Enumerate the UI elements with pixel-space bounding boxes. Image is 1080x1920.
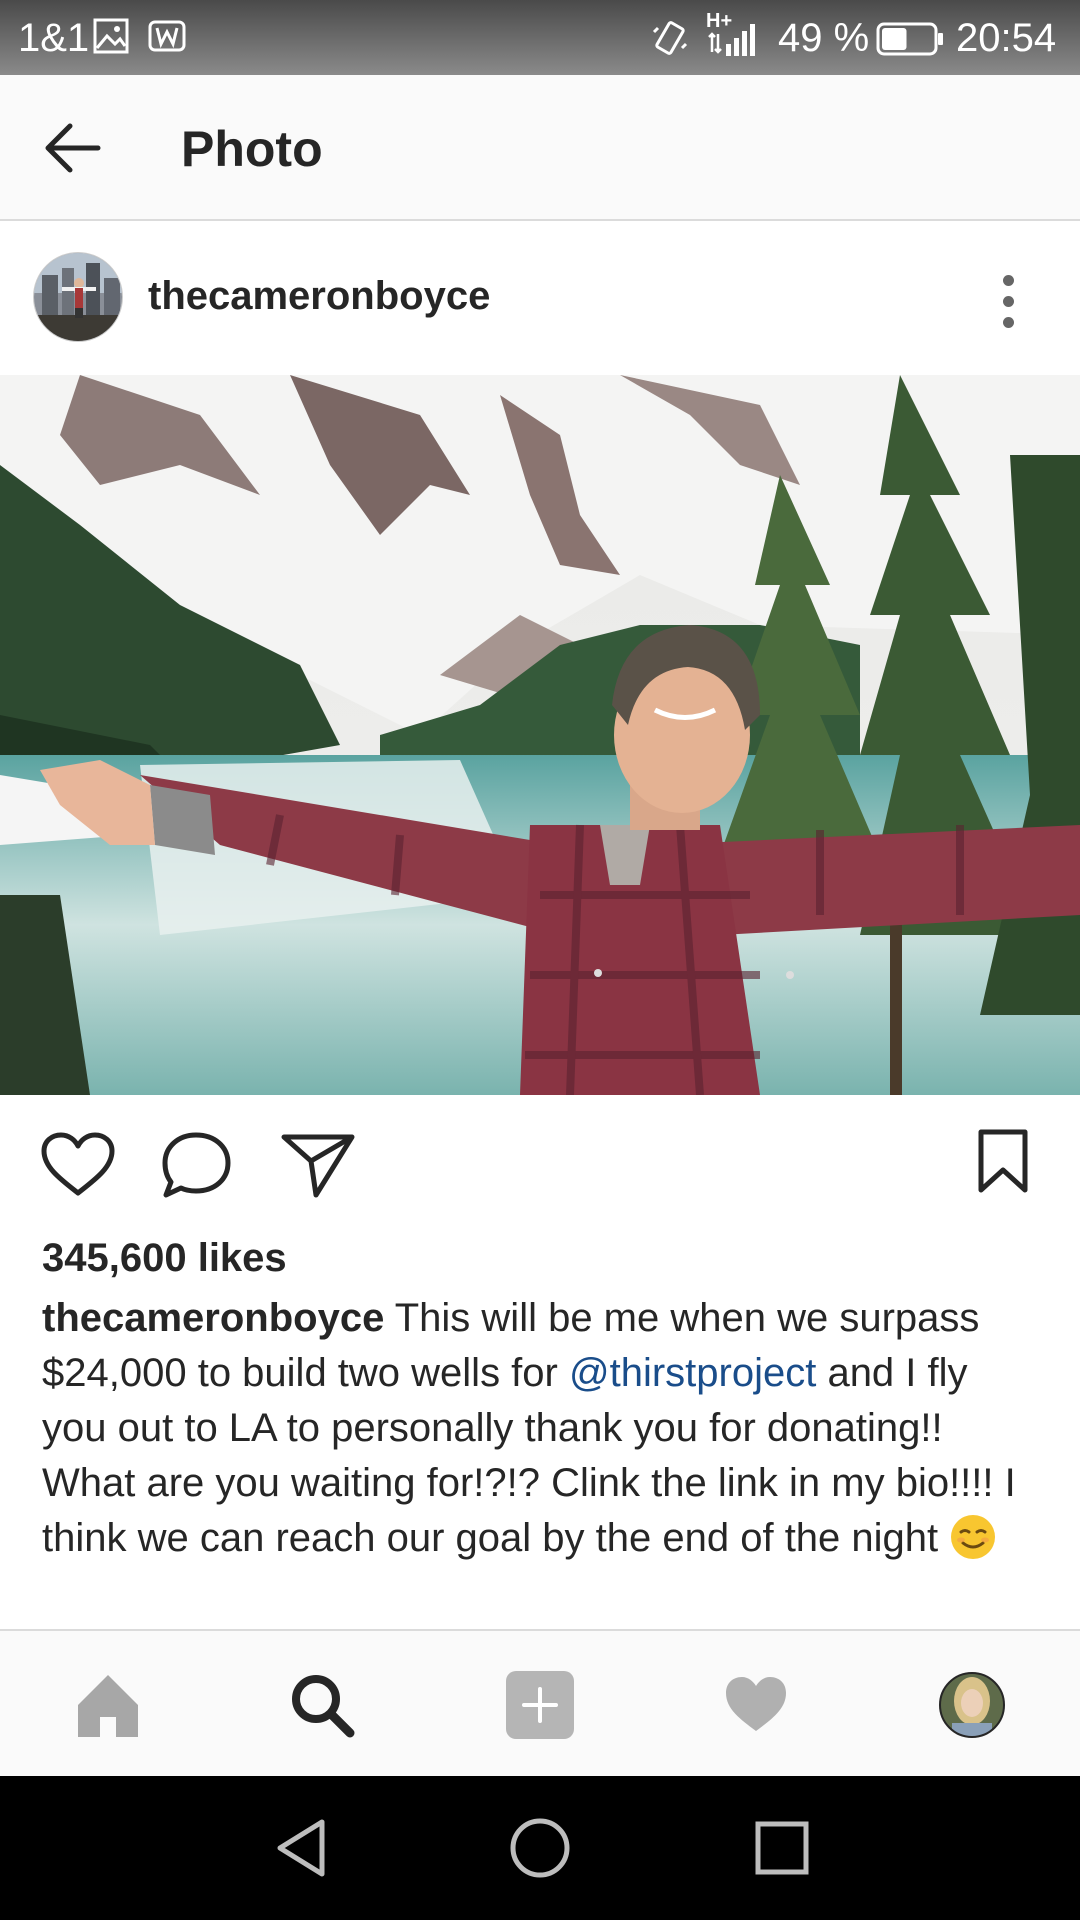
signal-icon xyxy=(708,24,755,56)
bookmark-icon[interactable] xyxy=(976,1128,1030,1194)
photo-illustration xyxy=(0,375,1080,1095)
smiling-face-emoji xyxy=(951,1515,996,1559)
app-header: Photo xyxy=(0,75,1080,221)
comment-icon[interactable] xyxy=(160,1129,234,1201)
home-circle-icon[interactable] xyxy=(508,1816,572,1880)
carrier-label: 1&1 xyxy=(18,16,90,60)
w-icon xyxy=(148,20,186,52)
avatar-image xyxy=(34,253,122,341)
likes-count[interactable]: 345,600 likes xyxy=(42,1233,287,1283)
clock: 20:54 xyxy=(956,16,1057,60)
vibrate-icon xyxy=(652,21,688,55)
battery-icon xyxy=(876,22,943,56)
post-caption: thecameronboyce This will be me when we … xyxy=(42,1291,1042,1566)
status-bar: 1&1 H+ 49 % 20:54 xyxy=(0,0,1080,75)
back-arrow-icon[interactable] xyxy=(38,113,108,183)
home-icon[interactable] xyxy=(70,1667,146,1743)
bottom-nav xyxy=(0,1629,1080,1776)
post-header: thecameronboyce xyxy=(0,221,1080,375)
back-triangle-icon[interactable] xyxy=(272,1816,332,1880)
image-icon xyxy=(93,18,129,54)
page-title: Photo xyxy=(181,121,323,177)
add-icon[interactable] xyxy=(502,1667,578,1743)
post-action-bar xyxy=(0,1095,1080,1235)
activity-icon[interactable] xyxy=(718,1667,794,1743)
caption-username[interactable]: thecameronboyce xyxy=(42,1296,384,1340)
more-options-icon[interactable] xyxy=(990,271,1026,331)
battery-percent: 49 % xyxy=(778,16,870,60)
android-navigation-bar xyxy=(0,1776,1080,1920)
share-icon[interactable] xyxy=(280,1131,356,1199)
post-photo[interactable] xyxy=(0,375,1080,1095)
recents-square-icon[interactable] xyxy=(752,1818,812,1878)
post-username[interactable]: thecameronboyce xyxy=(148,271,490,321)
user-avatar[interactable] xyxy=(33,252,123,342)
heart-icon[interactable] xyxy=(40,1131,116,1199)
mention-link[interactable]: @thirstproject xyxy=(569,1351,816,1395)
search-icon[interactable] xyxy=(284,1667,360,1743)
profile-avatar[interactable] xyxy=(934,1667,1010,1743)
